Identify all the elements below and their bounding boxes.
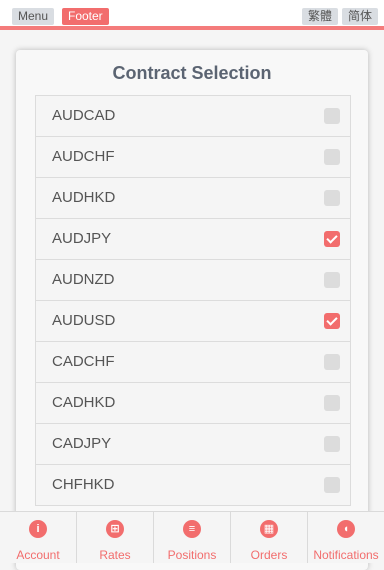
menu-button[interactable]: Menu — [12, 8, 55, 25]
nav-label: Orders — [250, 548, 288, 562]
contract-row[interactable]: AUDUSD — [36, 301, 350, 342]
nav-label: Notifications — [313, 548, 379, 562]
contract-row[interactable]: CHFHKD — [36, 465, 350, 506]
contract-label: CADJPY — [52, 435, 112, 452]
contract-label: AUDCHF — [52, 148, 115, 165]
contract-checkbox[interactable] — [324, 354, 340, 370]
nav-label: Positions — [167, 548, 217, 562]
nav-orders[interactable]: ▦ Orders — [231, 512, 308, 563]
contract-checkbox[interactable] — [324, 108, 340, 124]
contract-row[interactable]: CADHKD — [36, 383, 350, 424]
contract-row[interactable]: AUDCHF — [36, 137, 350, 178]
grid-icon: ⊞ — [106, 520, 124, 538]
speaker-icon: ◖ — [337, 520, 355, 538]
bottom-nav: i Account ⊞ Rates ≡ Positions ▦ Orders ◖… — [0, 511, 384, 563]
contract-row[interactable]: CADCHF — [36, 342, 350, 383]
card-title: Contract Selection — [112, 63, 272, 83]
contract-row[interactable]: AUDJPY — [36, 219, 350, 260]
top-accent-line — [0, 26, 384, 30]
contract-checkbox[interactable] — [324, 436, 340, 452]
contract-label: AUDJPY — [52, 230, 112, 247]
nav-label: Rates — [99, 548, 131, 562]
contract-checkbox[interactable] — [324, 313, 340, 329]
calculator-icon: ▦ — [260, 520, 278, 538]
contract-checkbox[interactable] — [324, 477, 340, 493]
contract-checkbox[interactable] — [324, 231, 340, 247]
simplified-chinese-button[interactable]: 简体 — [342, 8, 379, 25]
contract-row[interactable]: AUDCAD — [36, 96, 350, 137]
contract-checkbox[interactable] — [324, 149, 340, 165]
nav-positions[interactable]: ≡ Positions — [154, 512, 231, 563]
list-icon: ≡ — [183, 520, 201, 538]
contract-row[interactable]: AUDNZD — [36, 260, 350, 301]
contract-label: CADHKD — [52, 394, 116, 411]
footer-button[interactable]: Footer — [62, 8, 109, 25]
contract-label: AUDCAD — [52, 107, 116, 124]
nav-notifications[interactable]: ◖ Notifications — [308, 512, 384, 563]
contract-row[interactable]: CADJPY — [36, 424, 350, 465]
contract-label: CADCHF — [52, 353, 115, 370]
contract-label: CHFHKD — [52, 476, 115, 493]
nav-rates[interactable]: ⊞ Rates — [77, 512, 154, 563]
contract-checkbox[interactable] — [324, 395, 340, 411]
contract-label: AUDNZD — [52, 271, 115, 288]
traditional-chinese-button[interactable]: 繁體 — [302, 8, 339, 25]
nav-account[interactable]: i Account — [0, 512, 77, 563]
top-bar: Menu Footer 繁體 简体 — [0, 0, 384, 30]
contract-checkbox[interactable] — [324, 272, 340, 288]
info-icon: i — [29, 520, 47, 538]
contract-row[interactable]: AUDHKD — [36, 178, 350, 219]
contract-label: AUDHKD — [52, 189, 116, 206]
contract-list: AUDCAD AUDCHF AUDHKD AUDJPY AUDNZD AUDUS… — [35, 95, 351, 506]
nav-label: Account — [16, 548, 60, 562]
contract-checkbox[interactable] — [324, 190, 340, 206]
contract-label: AUDUSD — [52, 312, 116, 329]
